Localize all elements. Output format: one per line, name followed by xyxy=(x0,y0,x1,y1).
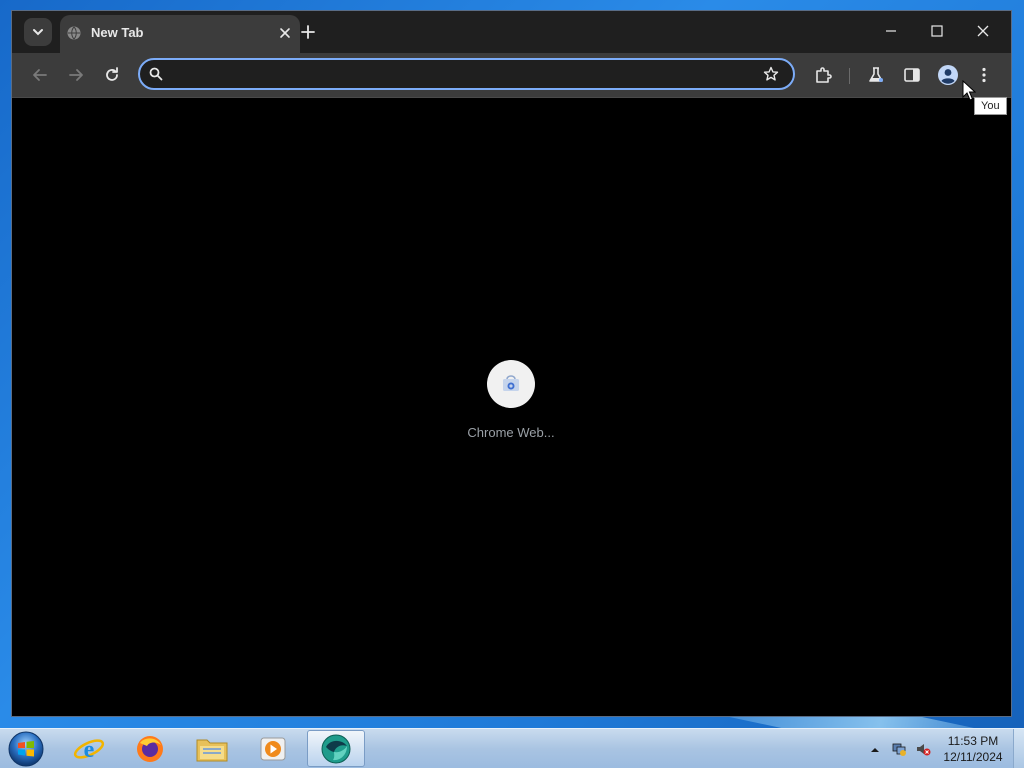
firefox-icon xyxy=(137,736,163,762)
puzzle-icon[interactable] xyxy=(813,65,833,85)
internet-explorer-icon: e xyxy=(73,737,105,763)
taskbar-file-explorer[interactable] xyxy=(195,732,229,766)
tab-strip: New Tab xyxy=(12,11,1011,53)
network-icon[interactable] xyxy=(891,741,907,757)
globe-icon xyxy=(67,26,81,40)
taskbar-firefox[interactable] xyxy=(133,732,167,766)
omnibox[interactable] xyxy=(138,58,795,90)
search-icon xyxy=(149,67,163,81)
show-desktop-button[interactable] xyxy=(1013,729,1024,768)
close-window-icon[interactable] xyxy=(973,21,993,41)
browser-toolbar xyxy=(12,53,1011,97)
tab-search-button[interactable] xyxy=(24,18,52,46)
web-store-icon xyxy=(503,375,519,391)
address-input[interactable] xyxy=(172,64,756,86)
close-icon[interactable] xyxy=(278,26,292,40)
clock-time: 11:53 PM xyxy=(947,734,999,748)
media-player-icon xyxy=(260,737,286,761)
reload-icon[interactable] xyxy=(102,65,122,85)
shortcut-label: Chrome Web... xyxy=(467,425,555,440)
profile-icon[interactable] xyxy=(937,64,959,86)
taskbar-internet-explorer[interactable]: e xyxy=(72,732,106,766)
taskbar-media-player[interactable] xyxy=(256,732,290,766)
taskbar-active-app[interactable] xyxy=(307,730,365,767)
tab-title: New Tab xyxy=(91,25,144,40)
tray-overflow-chevron-icon[interactable] xyxy=(870,745,880,755)
kebab-menu-icon[interactable] xyxy=(974,65,994,85)
profile-tooltip: You xyxy=(974,97,1007,115)
taskbar: e 11:53 PM 12/11/2024 xyxy=(0,728,1024,768)
tab-new-tab[interactable]: New Tab xyxy=(60,15,300,53)
volume-muted-icon[interactable] xyxy=(915,741,931,757)
chevron-down-icon xyxy=(33,29,43,36)
star-icon[interactable] xyxy=(763,66,779,82)
mouse-cursor-icon xyxy=(962,80,976,101)
folder-icon xyxy=(196,739,228,762)
shortcut-tile[interactable]: Chrome Web... xyxy=(453,360,569,440)
new-tab-page: Chrome Web... xyxy=(12,98,1011,716)
plus-icon[interactable] xyxy=(299,23,317,41)
minimize-icon[interactable] xyxy=(881,21,901,41)
clock-date: 12/11/2024 xyxy=(943,750,1003,764)
toolbar-separator xyxy=(849,68,850,84)
side-panel-icon[interactable] xyxy=(902,65,922,85)
svg-text:e: e xyxy=(84,737,95,763)
start-button[interactable] xyxy=(7,730,45,768)
system-clock[interactable]: 11:53 PM 12/11/2024 xyxy=(936,733,1010,765)
browser-window: New Tab Chrome Web... xyxy=(11,10,1012,717)
forward-icon[interactable] xyxy=(66,65,86,85)
maximize-icon[interactable] xyxy=(927,21,947,41)
shortcut-icon-circle xyxy=(487,360,535,408)
app-globe-icon xyxy=(321,734,351,764)
flask-icon[interactable] xyxy=(866,65,886,85)
back-icon[interactable] xyxy=(30,65,50,85)
